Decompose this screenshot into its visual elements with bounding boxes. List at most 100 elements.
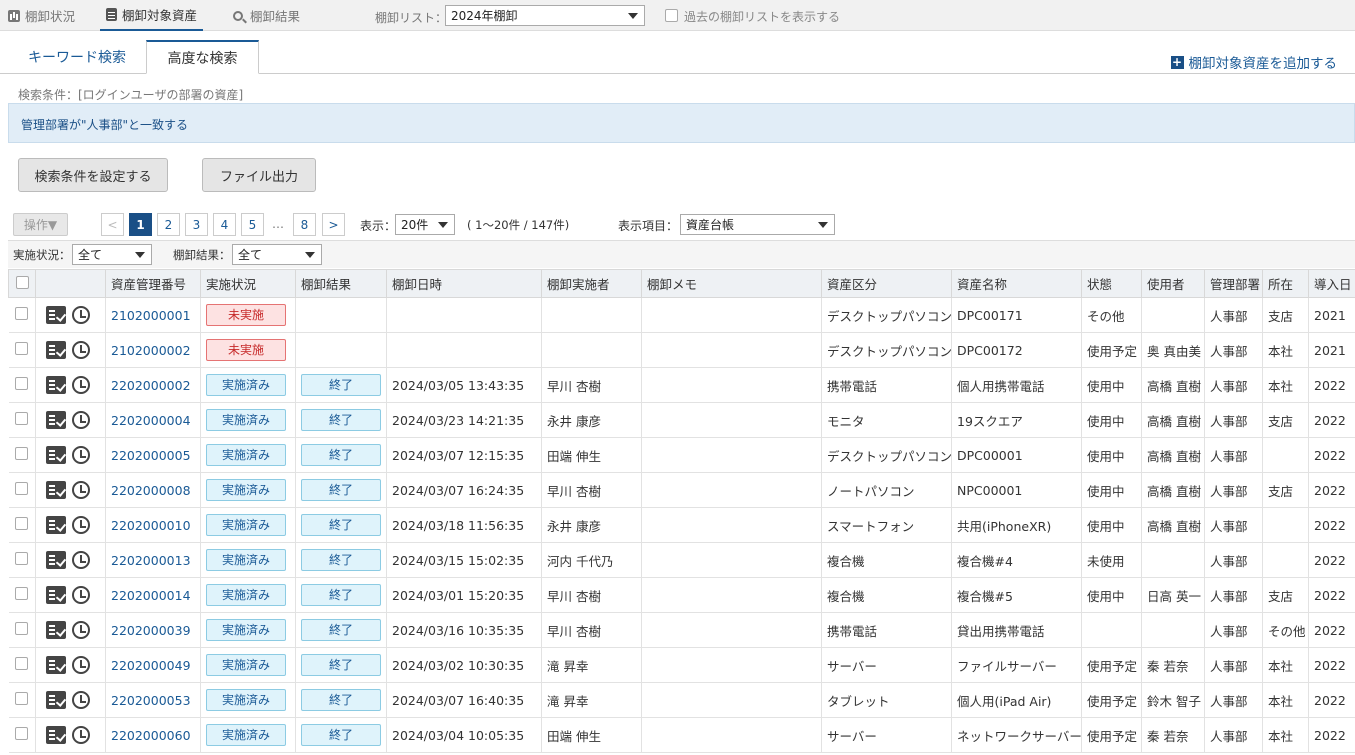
asset-id-link[interactable]: 2202000049 — [111, 658, 191, 673]
asset-id-link[interactable]: 2102000002 — [111, 343, 191, 358]
history-icon[interactable] — [72, 341, 90, 359]
row-checkbox[interactable] — [15, 307, 29, 320]
history-icon[interactable] — [72, 481, 90, 499]
select-all-checkbox[interactable] — [15, 275, 29, 289]
column-header[interactable]: 使用者 — [1141, 269, 1205, 298]
history-icon[interactable] — [72, 621, 90, 639]
asset-id-link[interactable]: 2202000002 — [111, 378, 191, 393]
inventory-check-icon[interactable] — [46, 411, 66, 429]
column-header[interactable]: 棚卸メモ — [641, 269, 822, 298]
asset-id-link[interactable]: 2202000013 — [111, 553, 191, 568]
nav-inventory-results[interactable]: 棚卸結果 — [233, 0, 300, 31]
nav-inventory-status[interactable]: 棚卸状況 — [8, 0, 75, 31]
asset-id-link[interactable]: 2202000053 — [111, 693, 191, 708]
memo-cell — [641, 367, 822, 403]
nav-inventory-assets[interactable]: 棚卸対象資産 — [100, 0, 204, 31]
inventory-check-icon[interactable] — [46, 516, 66, 534]
row-actions — [35, 682, 106, 718]
history-icon[interactable] — [72, 551, 90, 569]
memo-cell — [641, 647, 822, 683]
chevron-down-icon — [628, 13, 638, 19]
status-filter-select[interactable]: 全て — [72, 244, 152, 265]
inventory-list-select[interactable]: 2024年棚卸 — [445, 5, 645, 26]
asset-id-link[interactable]: 2202000060 — [111, 728, 191, 743]
inventory-check-icon[interactable] — [46, 726, 66, 744]
asset-id-link[interactable]: 2202000010 — [111, 518, 191, 533]
column-header[interactable]: 棚卸日時 — [386, 269, 542, 298]
column-header[interactable]: 資産管理番号 — [105, 269, 201, 298]
inventory-check-icon[interactable] — [46, 621, 66, 639]
history-icon[interactable] — [72, 586, 90, 604]
set-condition-button[interactable]: 検索条件を設定する — [18, 158, 168, 192]
columns-select[interactable]: 資産台帳 — [680, 214, 835, 235]
row-checkbox[interactable] — [15, 587, 29, 600]
row-checkbox[interactable] — [15, 692, 29, 705]
inventory-check-icon[interactable] — [46, 586, 66, 604]
memo-cell — [641, 402, 822, 438]
operation-button[interactable]: 操作▼ — [13, 213, 68, 236]
dept-cell: 人事部 — [1204, 612, 1263, 648]
history-icon[interactable] — [72, 411, 90, 429]
display-count-select[interactable]: 20件 — [395, 214, 455, 235]
asset-id-link[interactable]: 2202000004 — [111, 413, 191, 428]
column-header[interactable]: 導入日 — [1308, 269, 1355, 298]
column-header[interactable]: 棚卸実施者 — [541, 269, 642, 298]
history-icon[interactable] — [72, 726, 90, 744]
column-header[interactable]: 資産名称 — [951, 269, 1082, 298]
asset-id-link[interactable]: 2202000039 — [111, 623, 191, 638]
location-cell: 支店 — [1262, 402, 1309, 438]
tab-advanced-search[interactable]: 高度な検索 — [146, 40, 259, 74]
inventory-check-icon[interactable] — [46, 446, 66, 464]
inventory-check-icon[interactable] — [46, 341, 66, 359]
page-2[interactable]: 2 — [157, 213, 180, 236]
page-1[interactable]: 1 — [129, 213, 152, 236]
prev-page-button[interactable]: < — [101, 213, 124, 236]
history-icon[interactable] — [72, 691, 90, 709]
page-5[interactable]: 5 — [241, 213, 264, 236]
column-header[interactable]: 状態 — [1081, 269, 1142, 298]
add-asset-link[interactable]: + 棚卸対象資産を追加する — [1170, 52, 1337, 72]
row-checkbox[interactable] — [15, 622, 29, 635]
tab-keyword-search[interactable]: キーワード検索 — [8, 40, 146, 74]
next-page-button[interactable]: > — [322, 213, 345, 236]
asset-id-link[interactable]: 2202000008 — [111, 483, 191, 498]
column-header[interactable]: 所在 — [1262, 269, 1309, 298]
row-checkbox[interactable] — [15, 377, 29, 390]
date-cell: 2022 — [1308, 472, 1355, 508]
history-icon[interactable] — [72, 306, 90, 324]
past-list-checkbox[interactable] — [665, 9, 678, 22]
inventory-check-icon[interactable] — [46, 376, 66, 394]
inventory-check-icon[interactable] — [46, 656, 66, 674]
asset-id-link[interactable]: 2202000014 — [111, 588, 191, 603]
row-checkbox[interactable] — [15, 447, 29, 460]
history-icon[interactable] — [72, 376, 90, 394]
column-header[interactable]: 資産区分 — [821, 269, 952, 298]
row-checkbox[interactable] — [15, 517, 29, 530]
page-8[interactable]: 8 — [293, 213, 316, 236]
row-checkbox[interactable] — [15, 657, 29, 670]
column-header[interactable]: 管理部署 — [1204, 269, 1263, 298]
inventory-check-icon[interactable] — [46, 691, 66, 709]
column-header[interactable]: 実施状況 — [200, 269, 296, 298]
export-button[interactable]: ファイル出力 — [202, 158, 316, 192]
asset-id-link[interactable]: 2202000005 — [111, 448, 191, 463]
result-filter-select[interactable]: 全て — [232, 244, 322, 265]
inventory-check-icon[interactable] — [46, 481, 66, 499]
history-icon[interactable] — [72, 446, 90, 464]
row-checkbox[interactable] — [15, 552, 29, 565]
row-checkbox[interactable] — [15, 342, 29, 355]
inventory-check-icon[interactable] — [46, 551, 66, 569]
column-header[interactable]: 棚卸結果 — [295, 269, 387, 298]
date-cell: 2022 — [1308, 402, 1355, 438]
memo-cell — [641, 682, 822, 718]
history-icon[interactable] — [72, 656, 90, 674]
page-4[interactable]: 4 — [213, 213, 236, 236]
user-cell: 高橋 直樹 — [1141, 367, 1205, 403]
row-checkbox[interactable] — [15, 727, 29, 740]
row-checkbox[interactable] — [15, 412, 29, 425]
inventory-check-icon[interactable] — [46, 306, 66, 324]
page-3[interactable]: 3 — [185, 213, 208, 236]
asset-id-link[interactable]: 2102000001 — [111, 308, 191, 323]
history-icon[interactable] — [72, 516, 90, 534]
row-checkbox[interactable] — [15, 482, 29, 495]
